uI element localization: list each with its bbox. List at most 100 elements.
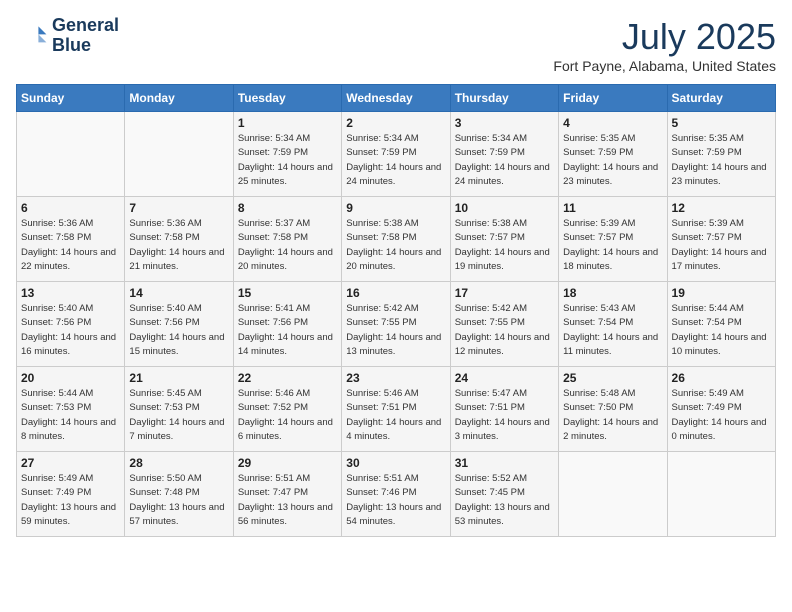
day-number: 12 — [672, 201, 771, 215]
day-info: Sunrise: 5:35 AMSunset: 7:59 PMDaylight:… — [563, 132, 662, 189]
calendar-cell: 25 Sunrise: 5:48 AMSunset: 7:50 PMDayligh… — [559, 367, 667, 452]
day-number: 7 — [129, 201, 228, 215]
calendar-cell: 16Sunrise: 5:42 AMSunset: 7:55 PMDayligh… — [342, 282, 450, 367]
logo-line2: Blue — [52, 36, 119, 56]
day-info: Sunrise: 5:39 AMSunset: 7:57 PMDaylight:… — [563, 217, 662, 274]
day-info: Sunrise: 5:49 AMSunset: 7:49 PMDaylight:… — [672, 387, 771, 444]
calendar-cell: 14Sunrise: 5:40 AMSunset: 7:56 PMDayligh… — [125, 282, 233, 367]
calendar-cell: 6Sunrise: 5:36 AMSunset: 7:58 PMDaylight… — [17, 197, 125, 282]
day-number: 14 — [129, 286, 228, 300]
day-number: 9 — [346, 201, 445, 215]
day-number: 4 — [563, 116, 662, 130]
calendar-cell — [559, 452, 667, 537]
logo: General Blue — [16, 16, 119, 56]
week-row-1: 1 Sunrise: 5:34 AMSunset: 7:59 PMDaylight… — [17, 112, 776, 197]
calendar-cell: 31 Sunrise: 5:52 AMSunset: 7:45 PMDayligh… — [450, 452, 558, 537]
week-row-2: 6 Sunrise: 5:36 AMSunset: 7:58 PMDaylight… — [17, 197, 776, 282]
calendar-cell: 9 Sunrise: 5:38 AMSunset: 7:58 PMDaylight… — [342, 197, 450, 282]
calendar-cell: 3 Sunrise: 5:34 AMSunset: 7:59 PMDaylight… — [450, 112, 558, 197]
calendar-cell: 15 Sunrise: 5:41 AMSunset: 7:56 PMDayligh… — [233, 282, 341, 367]
calendar-cell: 29Sunrise: 5:51 AMSunset: 7:47 PMDayligh… — [233, 452, 341, 537]
day-number: 2 — [346, 116, 445, 130]
week-row-5: 27Sunrise: 5:49 AMSunset: 7:49 PMDayligh… — [17, 452, 776, 537]
col-header-saturday: Saturday — [667, 85, 775, 112]
day-info: Sunrise: 5:50 AMSunset: 7:48 PMDaylight:… — [129, 472, 228, 529]
day-info: Sunrise: 5:42 AMSunset: 7:55 PMDaylight:… — [455, 302, 554, 359]
day-info: Sunrise: 5:36 AMSunset: 7:58 PMDaylight:… — [129, 217, 228, 274]
col-header-wednesday: Wednesday — [342, 85, 450, 112]
calendar-cell: 26 Sunrise: 5:49 AMSunset: 7:49 PMDayligh… — [667, 367, 775, 452]
day-info: Sunrise: 5:42 AMSunset: 7:55 PMDaylight:… — [346, 302, 445, 359]
calendar-cell: 10 Sunrise: 5:38 AMSunset: 7:57 PMDayligh… — [450, 197, 558, 282]
day-number: 28 — [129, 456, 228, 470]
day-number: 30 — [346, 456, 445, 470]
col-header-tuesday: Tuesday — [233, 85, 341, 112]
day-info: Sunrise: 5:34 AMSunset: 7:59 PMDaylight:… — [346, 132, 445, 189]
day-info: Sunrise: 5:37 AMSunset: 7:58 PMDaylight:… — [238, 217, 337, 274]
day-info: Sunrise: 5:34 AMSunset: 7:59 PMDaylight:… — [455, 132, 554, 189]
day-number: 13 — [21, 286, 120, 300]
calendar-cell: 4 Sunrise: 5:35 AMSunset: 7:59 PMDaylight… — [559, 112, 667, 197]
location: Fort Payne, Alabama, United States — [553, 58, 776, 74]
day-number: 10 — [455, 201, 554, 215]
day-info: Sunrise: 5:51 AMSunset: 7:46 PMDaylight:… — [346, 472, 445, 529]
calendar-cell — [17, 112, 125, 197]
day-number: 5 — [672, 116, 771, 130]
day-info: Sunrise: 5:44 AMSunset: 7:54 PMDaylight:… — [672, 302, 771, 359]
calendar-cell: 20 Sunrise: 5:44 AMSunset: 7:53 PMDayligh… — [17, 367, 125, 452]
day-info: Sunrise: 5:48 AMSunset: 7:50 PMDaylight:… — [563, 387, 662, 444]
calendar-cell: 12 Sunrise: 5:39 AMSunset: 7:57 PMDayligh… — [667, 197, 775, 282]
calendar-cell: 19Sunrise: 5:44 AMSunset: 7:54 PMDayligh… — [667, 282, 775, 367]
day-info: Sunrise: 5:38 AMSunset: 7:58 PMDaylight:… — [346, 217, 445, 274]
calendar-cell: 24Sunrise: 5:47 AMSunset: 7:51 PMDayligh… — [450, 367, 558, 452]
calendar-cell: 5Sunrise: 5:35 AMSunset: 7:59 PMDaylight… — [667, 112, 775, 197]
day-number: 3 — [455, 116, 554, 130]
calendar-cell: 27Sunrise: 5:49 AMSunset: 7:49 PMDayligh… — [17, 452, 125, 537]
day-number: 20 — [21, 371, 120, 385]
day-info: Sunrise: 5:46 AMSunset: 7:51 PMDaylight:… — [346, 387, 445, 444]
day-info: Sunrise: 5:40 AMSunset: 7:56 PMDaylight:… — [21, 302, 120, 359]
day-info: Sunrise: 5:39 AMSunset: 7:57 PMDaylight:… — [672, 217, 771, 274]
calendar-cell: 30 Sunrise: 5:51 AMSunset: 7:46 PMDayligh… — [342, 452, 450, 537]
calendar-cell — [125, 112, 233, 197]
day-number: 18 — [563, 286, 662, 300]
logo-icon — [16, 20, 48, 52]
day-info: Sunrise: 5:34 AMSunset: 7:59 PMDaylight:… — [238, 132, 337, 189]
calendar-cell — [667, 452, 775, 537]
day-number: 31 — [455, 456, 554, 470]
day-info: Sunrise: 5:45 AMSunset: 7:53 PMDaylight:… — [129, 387, 228, 444]
day-info: Sunrise: 5:44 AMSunset: 7:53 PMDaylight:… — [21, 387, 120, 444]
day-number: 29 — [238, 456, 337, 470]
day-number: 1 — [238, 116, 337, 130]
day-info: Sunrise: 5:47 AMSunset: 7:51 PMDaylight:… — [455, 387, 554, 444]
day-info: Sunrise: 5:52 AMSunset: 7:45 PMDaylight:… — [455, 472, 554, 529]
day-number: 26 — [672, 371, 771, 385]
col-header-monday: Monday — [125, 85, 233, 112]
week-row-4: 20 Sunrise: 5:44 AMSunset: 7:53 PMDayligh… — [17, 367, 776, 452]
day-info: Sunrise: 5:46 AMSunset: 7:52 PMDaylight:… — [238, 387, 337, 444]
day-info: Sunrise: 5:41 AMSunset: 7:56 PMDaylight:… — [238, 302, 337, 359]
calendar-cell: 1 Sunrise: 5:34 AMSunset: 7:59 PMDaylight… — [233, 112, 341, 197]
col-header-thursday: Thursday — [450, 85, 558, 112]
day-number: 8 — [238, 201, 337, 215]
title-block: July 2025 Fort Payne, Alabama, United St… — [553, 16, 776, 74]
calendar-cell: 28 Sunrise: 5:50 AMSunset: 7:48 PMDayligh… — [125, 452, 233, 537]
calendar-cell: 17 Sunrise: 5:42 AMSunset: 7:55 PMDayligh… — [450, 282, 558, 367]
day-number: 11 — [563, 201, 662, 215]
calendar-cell: 7 Sunrise: 5:36 AMSunset: 7:58 PMDaylight… — [125, 197, 233, 282]
day-number: 25 — [563, 371, 662, 385]
calendar-cell: 23Sunrise: 5:46 AMSunset: 7:51 PMDayligh… — [342, 367, 450, 452]
calendar-cell: 8 Sunrise: 5:37 AMSunset: 7:58 PMDaylight… — [233, 197, 341, 282]
day-number: 15 — [238, 286, 337, 300]
month-title: July 2025 — [553, 16, 776, 58]
day-number: 6 — [21, 201, 120, 215]
day-number: 17 — [455, 286, 554, 300]
calendar-cell: 13 Sunrise: 5:40 AMSunset: 7:56 PMDayligh… — [17, 282, 125, 367]
col-header-sunday: Sunday — [17, 85, 125, 112]
page-header: General Blue July 2025 Fort Payne, Alaba… — [16, 16, 776, 74]
day-info: Sunrise: 5:49 AMSunset: 7:49 PMDaylight:… — [21, 472, 120, 529]
col-header-friday: Friday — [559, 85, 667, 112]
week-row-3: 13 Sunrise: 5:40 AMSunset: 7:56 PMDayligh… — [17, 282, 776, 367]
day-info: Sunrise: 5:38 AMSunset: 7:57 PMDaylight:… — [455, 217, 554, 274]
calendar-table: SundayMondayTuesdayWednesdayThursdayFrid… — [16, 84, 776, 537]
